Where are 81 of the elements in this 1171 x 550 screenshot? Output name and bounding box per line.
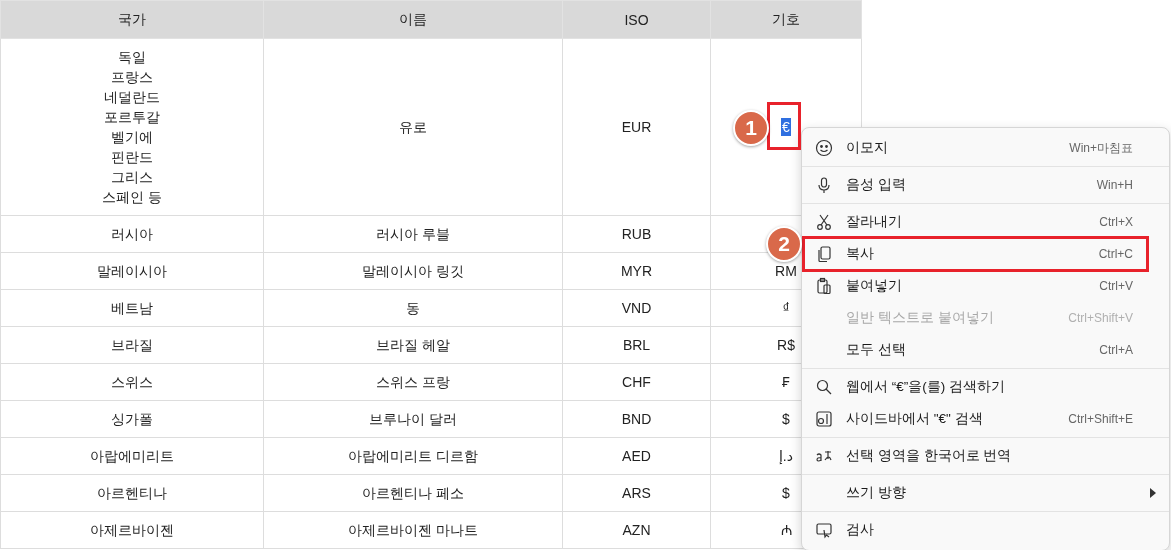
- column-header: 국가: [118, 10, 146, 27]
- currency-name-cell-text: 말레이시아 링깃: [362, 262, 464, 281]
- menu-item-label: 잘라내기: [846, 213, 903, 231]
- menu-item[interactable]: 검사: [804, 514, 1169, 546]
- currency-name-cell-text: 아제르바이젠 마나트: [348, 521, 478, 540]
- iso-code-cell-text: CHF: [622, 373, 651, 392]
- currency-name-cell-text: 러시아 루블: [376, 225, 450, 244]
- inspect-icon: [815, 521, 833, 539]
- country-cell-text: 스위스: [111, 373, 153, 392]
- iso-code-cell-text: RUB: [621, 225, 652, 244]
- iso-code-cell-text: BRL: [622, 336, 651, 355]
- menu-item-label: 검사: [846, 521, 875, 539]
- menu-item-label: 모두 선택: [846, 341, 907, 359]
- currency-symbol: د.إ: [778, 447, 794, 465]
- currency-name-cell-text: 스위스 프랑: [376, 373, 450, 392]
- currency-symbol: $: [781, 410, 791, 428]
- currency-symbol: €: [781, 118, 791, 136]
- shortcut-text: Win+H: [1096, 178, 1133, 192]
- menu-item-label: 쓰기 방향: [846, 484, 907, 502]
- column-header: 이름: [399, 10, 427, 27]
- iso-code-cell-text: VND: [621, 299, 652, 318]
- currency-name-cell-text: 유로: [399, 118, 427, 137]
- shortcut-text: Ctrl+Shift+V: [1068, 311, 1133, 325]
- iso-code-cell-text: MYR: [620, 262, 653, 281]
- country-cell-text: 아랍에미리트: [90, 447, 174, 466]
- iso-code-cell-text: BND: [621, 410, 652, 429]
- menu-item-label: 음성 입력: [846, 176, 907, 194]
- country-cell-text: 독일 프랑스 네덜란드 포르투갈 벨기에 핀란드 그리스 스페인 등: [102, 48, 162, 207]
- highlight-frame: [767, 102, 801, 150]
- menu-item-label: 일반 텍스트로 붙여넣기: [846, 309, 995, 327]
- country-cell-text: 말레이시아: [97, 262, 167, 281]
- shortcut-text: Ctrl+X: [1099, 215, 1133, 229]
- menu-item[interactable]: 붙여넣기 Ctrl+V: [804, 270, 1169, 302]
- iso-code-cell-text: AED: [622, 447, 651, 466]
- menu-item[interactable]: 웹에서 “€”을(를) 검색하기: [804, 371, 1169, 403]
- menu-item-label: 복사: [846, 245, 875, 263]
- column-header: 기호: [772, 10, 800, 27]
- country-cell-text: 아르헨티나: [97, 484, 167, 503]
- menu-item[interactable]: 이모지 Win+마침표: [804, 132, 1169, 164]
- iso-code-cell-text: AZN: [622, 521, 651, 540]
- step-badge: 2: [766, 226, 802, 262]
- shortcut-text: Ctrl+V: [1099, 279, 1133, 293]
- currency-name-cell-text: 브라질 헤알: [376, 336, 450, 355]
- search-icon: [815, 378, 833, 396]
- menu-item-label: 이모지: [846, 139, 889, 157]
- shortcut-text: Ctrl+A: [1099, 343, 1133, 357]
- currency-name-cell-text: 브루나이 달러: [369, 410, 457, 429]
- country-cell-text: 브라질: [111, 336, 153, 355]
- shortcut-text: Ctrl+Shift+E: [1068, 412, 1133, 426]
- menu-item-label: 붙여넣기: [846, 277, 903, 295]
- microphone-icon: [815, 176, 833, 194]
- menu-item-label: 웹에서 “€”을(를) 검색하기: [846, 378, 1006, 396]
- menu-item[interactable]: 모두 선택 Ctrl+A: [804, 334, 1169, 366]
- iso-code-cell-text: ARS: [622, 484, 651, 503]
- menu-item-label: 사이드바에서 "€" 검색: [846, 410, 984, 428]
- column-header: ISO: [624, 11, 649, 28]
- iso-code-cell-text: EUR: [621, 118, 652, 137]
- currency-symbol: R$: [776, 336, 796, 354]
- menu-item[interactable]: 사이드바에서 "€" 검색 Ctrl+Shift+E: [804, 403, 1169, 435]
- country-cell-text: 아제르바이젠: [90, 521, 174, 540]
- sidebar-search-icon: [815, 410, 833, 428]
- menu-item[interactable]: 복사 Ctrl+C: [804, 238, 1147, 270]
- currency-symbol: $: [781, 484, 791, 502]
- shortcut-text: Win+마침표: [1069, 139, 1133, 157]
- smiley-icon: [815, 139, 833, 157]
- country-cell-text: 싱가폴: [111, 410, 153, 429]
- country-cell-text: 러시아: [111, 225, 153, 244]
- copy-icon: [815, 245, 833, 263]
- menu-item-label: 선택 영역을 한국어로 번역: [846, 447, 1013, 465]
- currency-name-cell-text: 동: [406, 299, 420, 318]
- scissors-icon: [815, 213, 833, 231]
- clipboard-icon: [815, 277, 833, 295]
- currency-name-cell-text: 아르헨티나 페소: [362, 484, 464, 503]
- menu-item[interactable]: 쓰기 방향: [804, 477, 1169, 509]
- currency-name-cell-text: 아랍에미리트 디르함: [348, 447, 478, 466]
- menu-item[interactable]: 잘라내기 Ctrl+X: [804, 206, 1169, 238]
- country-cell-text: 베트남: [111, 299, 153, 318]
- menu-item[interactable]: 선택 영역을 한국어로 번역: [804, 440, 1169, 472]
- shortcut-text: Ctrl+C: [1098, 247, 1133, 261]
- step-badge: 1: [733, 110, 769, 146]
- menu-item[interactable]: 음성 입력 Win+H: [804, 169, 1169, 201]
